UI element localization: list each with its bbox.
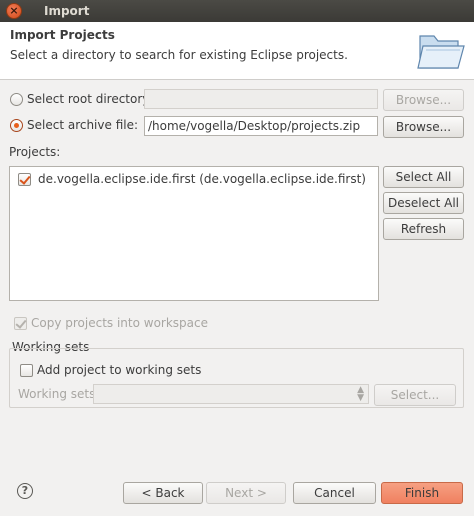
back-button[interactable]: < Back <box>123 482 203 504</box>
root-directory-label[interactable]: Select root directory: <box>27 92 153 106</box>
archive-file-radio[interactable] <box>10 119 23 132</box>
copy-projects-label: Copy projects into workspace <box>31 316 209 330</box>
help-icon[interactable]: ? <box>17 483 33 499</box>
select-working-sets-button: Select... <box>374 384 456 406</box>
working-sets-label: Working sets: <box>18 387 100 401</box>
copy-projects-checkbox <box>14 317 27 330</box>
next-button: Next > <box>206 482 286 504</box>
project-checkbox[interactable] <box>18 173 31 186</box>
wizard-header: Import Projects Select a directory to se… <box>0 22 474 80</box>
browse-root-button: Browse... <box>383 89 464 111</box>
archive-file-label[interactable]: Select archive file: <box>27 118 138 132</box>
root-directory-field <box>144 89 378 109</box>
page-title: Import Projects <box>10 28 115 42</box>
close-window-button[interactable]: × <box>6 3 22 19</box>
title-bar: × Import <box>0 0 474 22</box>
folder-icon <box>417 35 465 69</box>
projects-label: Projects: <box>9 145 61 159</box>
root-directory-radio[interactable] <box>10 93 23 106</box>
select-all-button[interactable]: Select All <box>383 166 464 188</box>
refresh-button[interactable]: Refresh <box>383 218 464 240</box>
page-description: Select a directory to search for existin… <box>10 48 348 62</box>
project-label[interactable]: de.vogella.eclipse.ide.first (de.vogella… <box>38 172 366 186</box>
working-sets-combo: ▲ ▼ <box>93 384 369 404</box>
window-title: Import <box>44 4 90 18</box>
add-to-working-sets-label[interactable]: Add project to working sets <box>37 363 201 377</box>
deselect-all-button[interactable]: Deselect All <box>383 192 464 214</box>
add-to-working-sets-checkbox[interactable] <box>20 364 33 377</box>
browse-archive-button[interactable]: Browse... <box>383 116 464 138</box>
projects-list[interactable]: de.vogella.eclipse.ide.first (de.vogella… <box>9 166 379 301</box>
archive-file-field[interactable]: /home/vogella/Desktop/projects.zip <box>144 116 378 136</box>
combo-arrows-icon: ▲ ▼ <box>357 385 364 403</box>
finish-button[interactable]: Finish <box>381 482 463 504</box>
cancel-button[interactable]: Cancel <box>293 482 376 504</box>
